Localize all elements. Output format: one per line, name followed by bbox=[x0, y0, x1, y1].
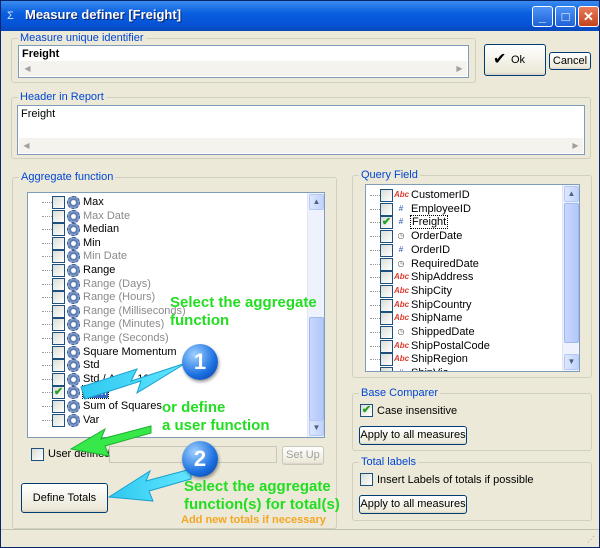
annotation-select-totals: Select the aggregate function(s) for tot… bbox=[184, 478, 340, 513]
status-bar: ⋰ bbox=[1, 529, 599, 547]
annotation-add-totals: Add new totals if necessary bbox=[181, 514, 326, 526]
annotation-or-define: or define a user function bbox=[162, 399, 270, 434]
resize-grip-icon[interactable]: ⋰ bbox=[587, 535, 597, 545]
annotation-select-aggregate: Select the aggregate function bbox=[170, 294, 317, 329]
arrow-to-user-defined bbox=[69, 425, 152, 457]
annotation-arrows bbox=[69, 362, 192, 502]
arrow-to-sum bbox=[80, 362, 187, 400]
step-2-badge: 2 bbox=[182, 441, 218, 477]
measure-definer-window: Σ Measure definer [Freight] _ □ ✕ Measur… bbox=[0, 0, 600, 548]
step-1-badge: 1 bbox=[182, 344, 218, 380]
arrow-to-define-totals bbox=[107, 468, 192, 502]
